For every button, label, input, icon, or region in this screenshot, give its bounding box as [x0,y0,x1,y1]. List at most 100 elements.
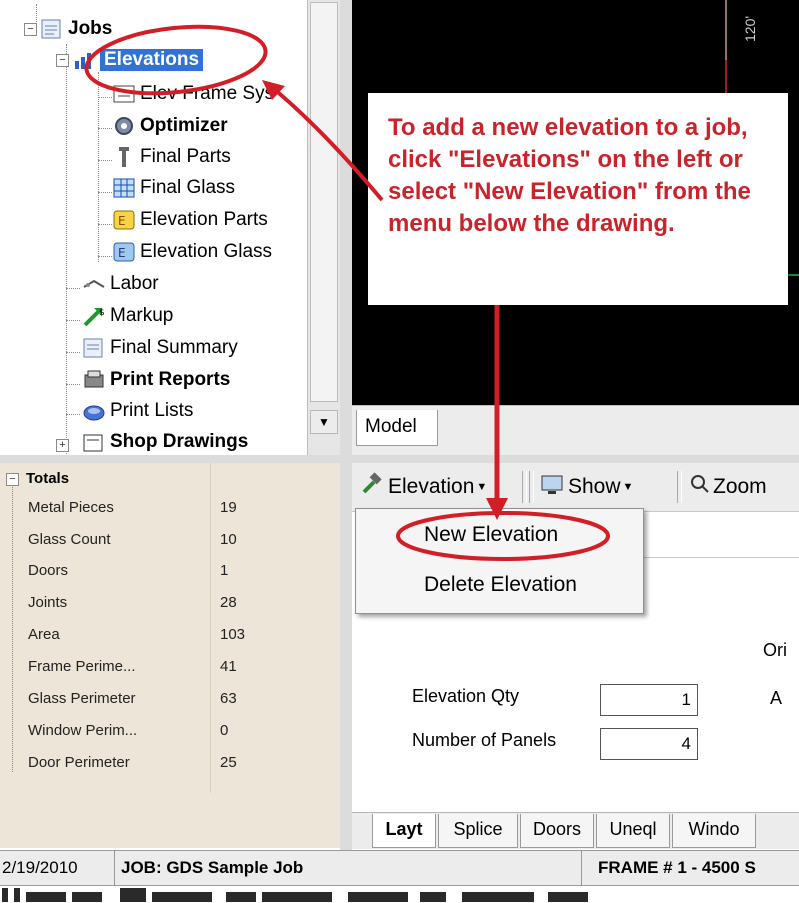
totals-row-value: 28 [220,594,237,611]
tree-item-label: Shop Drawings [110,431,249,452]
tab-doors[interactable]: Doors [520,814,594,848]
status-frame: FRAME # 1 - 4500 S [598,858,756,877]
elevations-icon [72,49,96,71]
tab-layout[interactable]: Layt [372,814,436,848]
tree-item-print-reports[interactable]: Print Reports [82,366,230,394]
elevation-menu-button[interactable]: Elevation ▼ [360,471,487,503]
tree-line [66,320,80,321]
tree-item-label: Elevation Glass [140,241,273,262]
final-parts-icon [112,146,136,168]
tab-splice[interactable]: Splice [438,814,518,848]
instruction-callout-text: To add a new elevation to a job, click "… [388,114,751,237]
totals-row: Metal Pieces 19 [0,495,340,521]
vertical-splitter[interactable] [340,0,352,850]
tree-item-elevation-parts[interactable]: E Elevation Parts [112,206,268,234]
number-of-panels-field[interactable] [600,728,698,760]
frame-sys-icon [112,83,136,105]
totals-row-label: Glass Count [28,531,111,548]
totals-row-label: Metal Pieces [28,499,114,516]
optimizer-icon [112,115,136,137]
tab-model[interactable]: Model [356,410,438,446]
menu-item-delete-elevation[interactable]: Delete Elevation [424,573,577,597]
shop-drawings-expander[interactable]: + [56,439,69,452]
tree-item-jobs[interactable]: Jobs [40,15,112,43]
tree-item-label: Final Glass [140,177,236,198]
tree-item-label: Optimizer [140,115,228,136]
toolbar-separator [529,471,534,503]
tree-line [66,288,80,289]
status-job: JOB: GDS Sample Job [117,851,582,885]
svg-text:E: E [118,246,126,260]
tree-item-final-parts[interactable]: Final Parts [112,143,231,171]
totals-row: Glass Count 10 [0,527,340,553]
tree-item-label: Elev Frame Sys [140,83,275,104]
scroll-thumb[interactable] [310,2,338,402]
jobs-expander[interactable]: − [24,23,37,36]
number-of-panels-label: Number of Panels [412,730,557,750]
totals-row: Window Perim... 0 [0,718,340,744]
tree-scrollbar[interactable]: ▼ [307,0,340,455]
elevation-glass-icon: E [112,241,136,263]
totals-expander[interactable]: − [6,473,19,486]
tab-unequal[interactable]: Uneql [596,814,670,848]
tree-item-label: Labor [110,273,159,294]
cutoff-caption-glyphs [2,888,588,902]
tree-line [98,256,112,257]
tree-line [66,414,80,415]
scroll-down-arrow-icon[interactable]: ▼ [310,410,338,434]
totals-row-label: Joints [28,594,68,611]
editor-toolbar: Elevation ▼ Show ▼ Zoom [352,463,799,512]
horizontal-splitter[interactable] [0,455,799,463]
show-menu-button[interactable]: Show ▼ [540,471,633,503]
ruler-label: 120' [742,15,758,42]
tree-item-elevations[interactable]: Elevations [72,46,204,74]
tree-item-frame-sys[interactable]: Elev Frame Sys [112,80,274,108]
tree-item-label: Jobs [68,18,113,39]
zoom-label: Zoom [713,475,767,498]
totals-row-value: 0 [220,722,229,739]
tree-line [66,352,80,353]
cutoff-caption-strip [0,884,799,903]
elevation-qty-field[interactable] [600,684,698,716]
tree-item-label: Markup [110,305,174,326]
show-menu-label: Show [568,475,621,498]
totals-row: Glass Perimeter 63 [0,686,340,712]
totals-row: Joints 28 [0,590,340,616]
tree-item-print-lists[interactable]: Print Lists [82,397,193,425]
toolbar-separator [522,471,527,503]
right-field-label: A [770,688,783,708]
status-bar: 2/19/2010 JOB: GDS Sample Job FRAME # 1 … [0,850,799,886]
tree-item-labor[interactable]: Labor [82,270,159,298]
tree-item-markup[interactable]: $ Markup [82,302,173,330]
tree-item-optimizer[interactable]: Optimizer [112,112,228,140]
toolbar-separator [677,471,682,503]
tree-line [98,97,112,98]
totals-row-value: 41 [220,658,237,675]
orientation-label: Ori [763,640,787,660]
tree-item-shop-drawings[interactable]: Shop Drawings [82,428,248,455]
elevation-qty-label: Elevation Qty [412,686,520,706]
tab-windows[interactable]: Windo [672,814,756,848]
hammer-icon [360,472,384,502]
tree-item-label: Elevation Parts [140,209,268,230]
tree-item-label: Final Parts [140,146,231,167]
totals-row: Area 103 [0,622,340,648]
labor-icon [82,273,106,295]
tree-item-final-summary[interactable]: Final Summary [82,334,238,362]
tree-item-label: Elevations [100,49,204,71]
svg-text:$: $ [99,308,105,318]
shop-drawings-icon [82,431,106,453]
totals-row-label: Doors [28,562,69,579]
tree-item-elevation-glass[interactable]: E Elevation Glass [112,238,272,266]
elevation-dropdown-menu: New Elevation Delete Elevation [355,508,644,614]
tree-item-final-glass[interactable]: Final Glass [112,174,235,202]
tree-line [98,128,112,129]
tree-item-label: Final Summary [110,337,238,358]
elevations-expander[interactable]: − [56,54,69,67]
totals-row-label: Window Perim... [28,722,138,739]
totals-row-label: Door Perimeter [28,754,130,771]
menu-item-new-elevation[interactable]: New Elevation [424,523,558,547]
chevron-down-icon: ▼ [622,481,634,493]
zoom-button[interactable]: Zoom [690,471,767,503]
totals-row-value: 63 [220,690,237,707]
